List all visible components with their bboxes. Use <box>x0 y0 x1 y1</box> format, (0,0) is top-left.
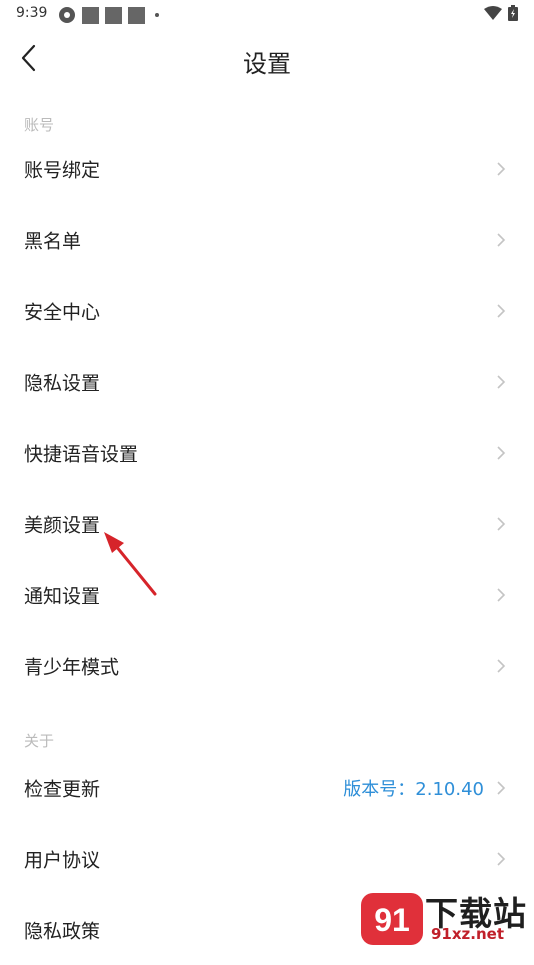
chevron-right-icon <box>497 232 506 247</box>
settings-item-label: 账号绑定 <box>24 159 101 181</box>
sync-icon <box>59 7 75 23</box>
chevron-right-icon <box>497 161 506 176</box>
watermark-logo-icon: 91 <box>361 893 423 945</box>
section-label-account: 账号 <box>24 116 55 134</box>
settings-item-label: 隐私设置 <box>24 372 101 394</box>
settings-item-label: 美颜设置 <box>24 514 101 536</box>
notification-square-icon <box>105 6 122 24</box>
chevron-right-icon <box>497 780 506 795</box>
section-label-about: 关于 <box>24 732 55 750</box>
notification-square-icon <box>82 6 99 24</box>
page-title: 设置 <box>243 50 291 78</box>
chevron-right-icon <box>497 658 506 673</box>
settings-item-label: 安全中心 <box>24 301 101 323</box>
settings-item-notifications[interactable]: 通知设置 <box>0 559 534 630</box>
settings-item-label: 用户协议 <box>24 849 101 871</box>
settings-item-label: 青少年模式 <box>24 656 120 678</box>
watermark: 91 下载站 91xz.net <box>359 885 534 950</box>
settings-item-label: 通知设置 <box>24 585 101 607</box>
settings-item-account-binding[interactable]: 账号绑定 <box>0 133 534 204</box>
status-bar: 9:39 <box>0 0 534 28</box>
settings-item-label: 黑名单 <box>24 230 82 252</box>
status-time: 9:39 <box>16 5 48 21</box>
wifi-icon <box>484 6 502 20</box>
status-system-icons <box>484 5 518 21</box>
watermark-logo-text: 91 <box>374 902 410 938</box>
chevron-right-icon <box>497 374 506 389</box>
status-notification-icons <box>58 6 159 24</box>
notification-square-icon <box>128 6 145 24</box>
chevron-right-icon <box>497 851 506 866</box>
battery-icon <box>508 5 518 21</box>
settings-item-user-agreement[interactable]: 用户协议 <box>0 823 534 894</box>
settings-item-beauty[interactable]: 美颜设置 <box>0 488 534 559</box>
chevron-right-icon <box>497 303 506 318</box>
chevron-right-icon <box>497 587 506 602</box>
watermark-url: 91xz.net <box>431 925 505 943</box>
settings-item-label: 快捷语音设置 <box>24 443 139 465</box>
chevron-right-icon <box>497 516 506 531</box>
version-number: 版本号：2.10.40 <box>343 778 484 800</box>
chevron-right-icon <box>497 445 506 460</box>
top-app-bar: 设置 <box>0 28 534 92</box>
settings-item-blacklist[interactable]: 黑名单 <box>0 204 534 275</box>
settings-item-label: 检查更新 <box>24 778 101 800</box>
settings-item-label: 隐私政策 <box>24 920 101 942</box>
settings-item-quick-voice[interactable]: 快捷语音设置 <box>0 417 534 488</box>
settings-item-security-center[interactable]: 安全中心 <box>0 275 534 346</box>
settings-item-privacy-settings[interactable]: 隐私设置 <box>0 346 534 417</box>
settings-item-teen-mode[interactable]: 青少年模式 <box>0 630 534 701</box>
settings-item-check-update[interactable]: 检查更新 版本号：2.10.40 <box>0 752 534 823</box>
more-notifications-dot-icon <box>155 13 159 17</box>
